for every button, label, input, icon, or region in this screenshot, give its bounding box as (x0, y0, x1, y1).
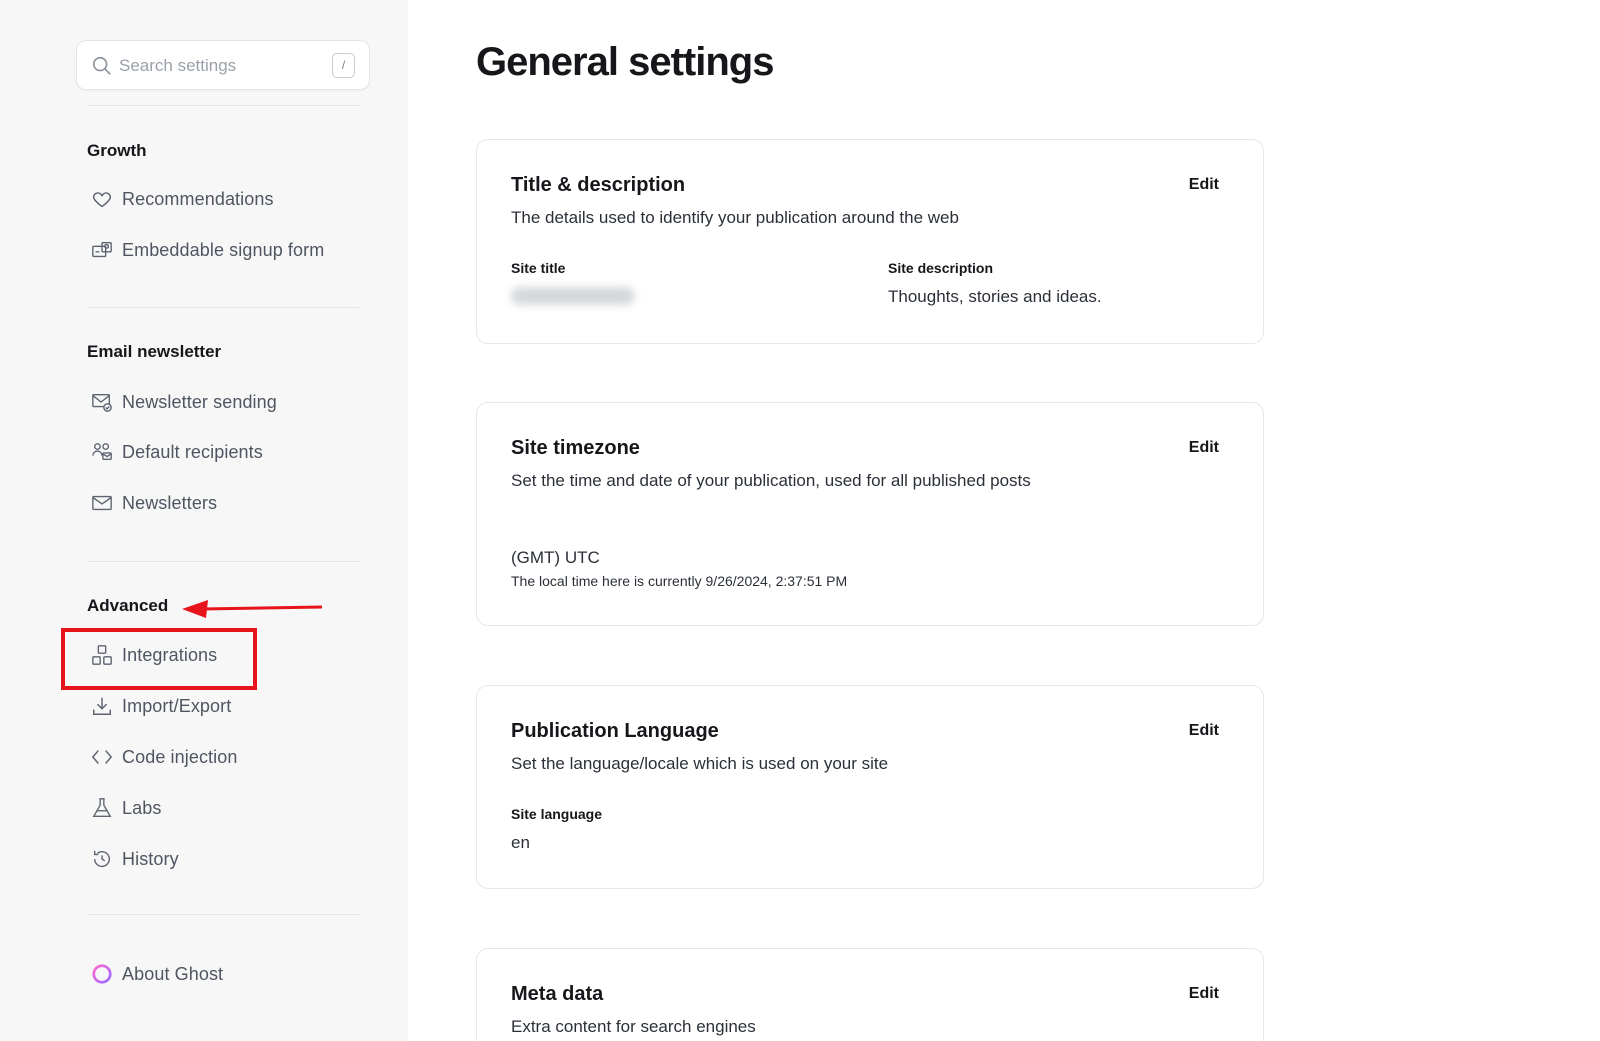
download-icon (90, 694, 114, 718)
site-title-label: Site title (511, 260, 566, 276)
card-publication-language: Publication Language Set the language/lo… (476, 685, 1264, 889)
ghost-logo-icon (90, 962, 114, 986)
sidebar-item-label: Default recipients (122, 441, 263, 462)
sidebar-item-import-export[interactable]: Import/Export (90, 692, 231, 720)
sidebar-item-label: Embeddable signup form (122, 239, 325, 260)
heart-icon (90, 187, 114, 211)
sidebar-item-recommendations[interactable]: Recommendations (90, 185, 274, 213)
edit-button[interactable]: Edit (1189, 176, 1219, 194)
sidebar-item-embeddable-signup-form[interactable]: Embeddable signup form (90, 236, 324, 264)
card-description: Set the time and date of your publicatio… (511, 471, 1031, 490)
sidebar-item-about-ghost[interactable]: About Ghost (90, 960, 223, 988)
card-site-timezone: Site timezone Set the time and date of y… (476, 402, 1264, 626)
card-title: Meta data (511, 983, 604, 1005)
group-title-email-newsletter: Email newsletter (87, 342, 222, 361)
sidebar-item-newsletters[interactable]: Newsletters (90, 489, 217, 517)
card-title: Title & description (511, 174, 686, 196)
timezone-value: (GMT) UTC (511, 548, 600, 567)
edit-button[interactable]: Edit (1189, 985, 1219, 1003)
sidebar-item-label: Newsletter sending (122, 391, 277, 412)
card-meta-data: Meta data Extra content for search engin… (476, 948, 1264, 1041)
code-icon (90, 745, 114, 769)
sidebar-item-labs[interactable]: Labs (90, 794, 161, 822)
card-title: Publication Language (511, 720, 719, 742)
sidebar-item-label: Newsletters (122, 492, 218, 513)
group-title-growth: Growth (87, 141, 147, 160)
sidebar-item-label: History (122, 848, 179, 869)
search-input[interactable]: Search settings (119, 56, 236, 76)
history-icon (90, 847, 114, 871)
sidebar-item-label: Recommendations (122, 188, 274, 209)
sidebar-item-label: Import/Export (122, 695, 232, 716)
settings-sidebar: Search settings / Growth Recommendations… (0, 0, 408, 1041)
search-box[interactable]: Search settings / (76, 40, 370, 90)
divider (87, 307, 359, 308)
sidebar-item-label: Labs (122, 797, 162, 818)
site-language-label: Site language (511, 806, 603, 822)
edit-button[interactable]: Edit (1189, 439, 1219, 457)
card-title-description: Title & description The details used to … (476, 139, 1264, 344)
site-description-label: Site description (888, 260, 994, 276)
card-description: Extra content for search engines (511, 1017, 756, 1036)
local-time-note: The local time here is currently 9/26/20… (511, 573, 848, 589)
mail-check-icon (90, 390, 114, 414)
sidebar-item-label: About Ghost (122, 963, 224, 984)
search-icon (92, 56, 111, 75)
search-shortcut-key: / (332, 53, 355, 78)
highlight-box (61, 628, 257, 690)
site-language-value: en (511, 833, 530, 852)
sidebar-item-label: Code injection (122, 746, 238, 767)
sidebar-item-newsletter-sending[interactable]: Newsletter sending (90, 388, 277, 416)
annotation-arrow-icon (182, 600, 323, 618)
signup-form-icon (90, 238, 114, 262)
card-title: Site timezone (511, 437, 640, 459)
card-description: The details used to identify your public… (511, 208, 959, 227)
group-title-advanced: Advanced (87, 596, 169, 615)
divider (87, 105, 359, 106)
users-icon (90, 440, 114, 464)
edit-button[interactable]: Edit (1189, 722, 1219, 740)
sidebar-item-history[interactable]: History (90, 845, 179, 873)
sidebar-item-default-recipients[interactable]: Default recipients (90, 438, 263, 466)
page-title: General settings (476, 40, 774, 84)
divider (87, 914, 359, 915)
divider (87, 561, 359, 562)
sidebar-item-code-injection[interactable]: Code injection (90, 743, 237, 771)
envelope-icon (90, 491, 114, 515)
site-title-value-redacted (511, 287, 635, 305)
site-description-value: Thoughts, stories and ideas. (888, 287, 1102, 306)
card-description: Set the language/locale which is used on… (511, 754, 889, 773)
flask-icon (90, 796, 114, 820)
